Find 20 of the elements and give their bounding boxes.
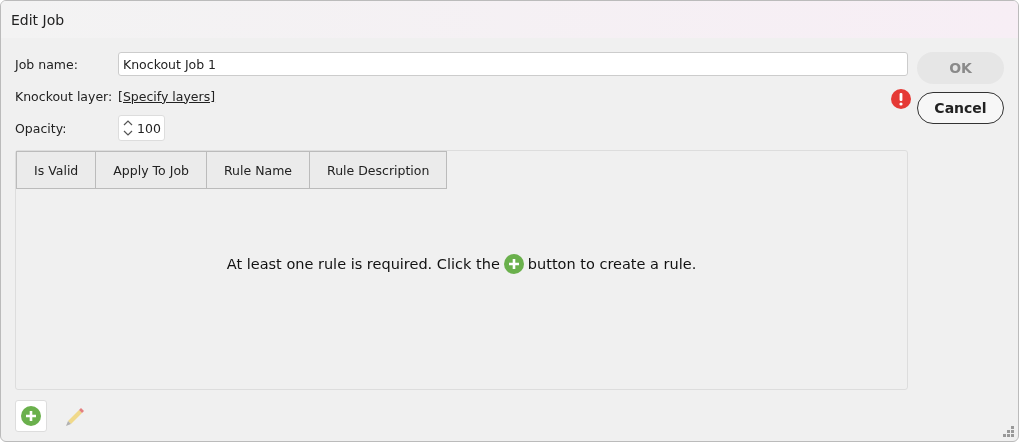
column-header[interactable]: Apply To Job: [95, 151, 207, 189]
cancel-button[interactable]: Cancel: [917, 92, 1004, 124]
opacity-spinner[interactable]: 100: [118, 115, 165, 141]
empty-message: button to create a rule.: [527, 256, 697, 272]
empty-message: At least one rule is required. Click the: [226, 256, 500, 272]
resize-grip-icon[interactable]: [1003, 426, 1015, 438]
pencil-icon: [64, 405, 86, 427]
job-name-field[interactable]: Knockout Job 1: [118, 52, 908, 76]
column-header[interactable]: Rule Description: [309, 151, 448, 189]
column-header[interactable]: Is Valid: [16, 151, 97, 189]
field-label: Knockout layer:: [15, 88, 114, 104]
specify-layers-link[interactable]: [Specify layers]: [118, 88, 216, 104]
window-title: Edit Job: [11, 11, 65, 28]
plus-circle-icon: [503, 254, 524, 274]
up-down-arrows-icon[interactable]: [122, 118, 134, 138]
add-button[interactable]: [15, 400, 47, 432]
column-header[interactable]: Rule Name: [205, 151, 311, 189]
field-label: Job name:: [15, 56, 79, 72]
field-label: Opacity:: [15, 120, 68, 136]
plus-circle-icon: [21, 406, 41, 426]
